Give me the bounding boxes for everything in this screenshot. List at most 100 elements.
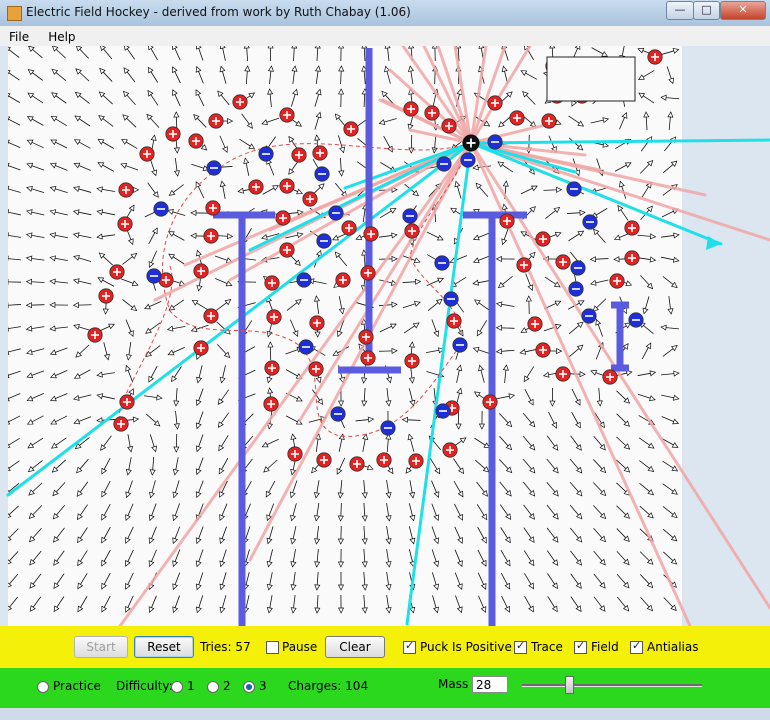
- positive-charge[interactable]: [266, 309, 282, 325]
- charge-bin-box[interactable]: [546, 56, 636, 102]
- positive-charge[interactable]: [203, 308, 219, 324]
- practice-radio[interactable]: [37, 681, 49, 693]
- positive-charge[interactable]: [376, 452, 392, 468]
- negative-charge[interactable]: [296, 272, 312, 288]
- puck[interactable]: [462, 134, 480, 152]
- charges[interactable]: [87, 49, 663, 472]
- puck-icon[interactable]: [462, 134, 480, 152]
- positive-charge[interactable]: [341, 220, 357, 236]
- positive-charge[interactable]: [609, 273, 625, 289]
- positive-charge[interactable]: [287, 446, 303, 462]
- positive-charge[interactable]: [487, 95, 503, 111]
- positive-charge[interactable]: [404, 223, 420, 239]
- antialias-checkbox[interactable]: ✓: [630, 639, 643, 654]
- menu-file[interactable]: File: [4, 28, 34, 46]
- positive-charge[interactable]: [113, 416, 129, 432]
- positive-charge[interactable]: [403, 101, 419, 117]
- reset-button[interactable]: Reset: [134, 636, 194, 658]
- positive-charge[interactable]: [193, 340, 209, 356]
- maximize-button[interactable]: □: [693, 1, 720, 20]
- positive-charge[interactable]: [360, 265, 376, 281]
- positive-charge[interactable]: [404, 353, 420, 369]
- negative-charge[interactable]: [628, 312, 644, 328]
- positive-charge[interactable]: [442, 442, 458, 458]
- positive-charge[interactable]: [408, 453, 424, 469]
- positive-charge[interactable]: [117, 216, 133, 232]
- negative-charge[interactable]: [566, 181, 582, 197]
- positive-charge[interactable]: [203, 228, 219, 244]
- negative-charge[interactable]: [460, 152, 476, 168]
- negative-charge[interactable]: [316, 233, 332, 249]
- negative-charge[interactable]: [443, 291, 459, 307]
- positive-charge[interactable]: [509, 110, 525, 126]
- positive-charge[interactable]: [555, 366, 571, 382]
- negative-charge[interactable]: [380, 420, 396, 436]
- difficulty-radio-1[interactable]: [171, 681, 183, 693]
- positive-charge[interactable]: [349, 456, 365, 472]
- positive-charge[interactable]: [602, 369, 618, 385]
- positive-charge[interactable]: [316, 452, 332, 468]
- positive-charge[interactable]: [118, 182, 134, 198]
- negative-charge[interactable]: [581, 308, 597, 324]
- mass-slider-track[interactable]: [522, 684, 702, 687]
- positive-charge[interactable]: [343, 121, 359, 137]
- puck-positive-checkbox[interactable]: ✓: [403, 639, 416, 654]
- positive-charge[interactable]: [516, 257, 532, 273]
- negative-charge[interactable]: [402, 208, 418, 224]
- positive-charge[interactable]: [312, 145, 328, 161]
- positive-charge[interactable]: [279, 242, 295, 258]
- negative-charge[interactable]: [435, 403, 451, 419]
- negative-charge[interactable]: [258, 146, 274, 162]
- pause-checkbox[interactable]: [266, 641, 279, 654]
- positive-charge[interactable]: [527, 316, 543, 332]
- positive-charge[interactable]: [232, 94, 248, 110]
- negative-charge[interactable]: [153, 201, 169, 217]
- positive-charge[interactable]: [263, 396, 279, 412]
- negative-charge[interactable]: [146, 268, 162, 284]
- close-button[interactable]: ✕: [720, 1, 766, 20]
- start-button[interactable]: Start: [74, 636, 128, 658]
- positive-charge[interactable]: [264, 275, 280, 291]
- positive-charge[interactable]: [363, 226, 379, 242]
- positive-charge[interactable]: [279, 178, 295, 194]
- positive-charge[interactable]: [279, 107, 295, 123]
- positive-charge[interactable]: [165, 126, 181, 142]
- positive-charge[interactable]: [275, 210, 291, 226]
- positive-charge[interactable]: [555, 254, 571, 270]
- mass-input[interactable]: 28: [472, 676, 508, 693]
- positive-charge[interactable]: [482, 394, 498, 410]
- positive-charge[interactable]: [360, 350, 376, 366]
- positive-charge[interactable]: [535, 342, 551, 358]
- difficulty-radio-2[interactable]: [207, 681, 219, 693]
- difficulty-radio-3[interactable]: [243, 681, 255, 693]
- field-checkbox[interactable]: ✓: [574, 639, 587, 654]
- positive-charge[interactable]: [309, 315, 325, 331]
- mass-slider-thumb[interactable]: [565, 676, 574, 694]
- playing-field[interactable]: [0, 46, 770, 626]
- negative-charge[interactable]: [330, 406, 346, 422]
- positive-charge[interactable]: [308, 361, 324, 377]
- positive-charge[interactable]: [208, 113, 224, 129]
- negative-charge[interactable]: [582, 214, 598, 230]
- positive-charge[interactable]: [139, 146, 155, 162]
- negative-charge[interactable]: [298, 339, 314, 355]
- negative-charge[interactable]: [436, 156, 452, 172]
- positive-charge[interactable]: [98, 288, 114, 304]
- positive-charge[interactable]: [647, 49, 663, 65]
- negative-charge[interactable]: [206, 160, 222, 176]
- negative-charge[interactable]: [434, 255, 450, 271]
- positive-charge[interactable]: [291, 147, 307, 163]
- positive-charge[interactable]: [193, 263, 209, 279]
- positive-charge[interactable]: [188, 133, 204, 149]
- trace-checkbox[interactable]: ✓: [514, 639, 527, 654]
- positive-charge[interactable]: [624, 220, 640, 236]
- positive-charge[interactable]: [119, 394, 135, 410]
- positive-charge[interactable]: [109, 264, 125, 280]
- positive-charge[interactable]: [441, 118, 457, 134]
- positive-charge[interactable]: [535, 231, 551, 247]
- negative-charge[interactable]: [487, 134, 503, 150]
- negative-charge[interactable]: [452, 337, 468, 353]
- negative-charge[interactable]: [568, 281, 584, 297]
- minimize-button[interactable]: —: [666, 1, 694, 20]
- positive-charge[interactable]: [624, 250, 640, 266]
